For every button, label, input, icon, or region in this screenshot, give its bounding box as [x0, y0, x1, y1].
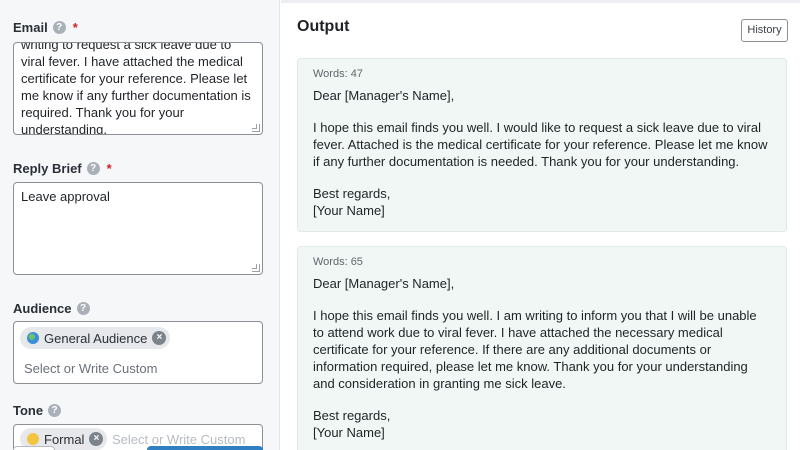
generate-button[interactable]: [147, 446, 263, 450]
reply-brief-label-text: Reply Brief: [13, 161, 82, 176]
remove-chip-icon[interactable]: ×: [152, 331, 167, 345]
result-paragraph: Best regards, [Your Name]: [313, 408, 391, 440]
result-card: Words: 47 Dear [Manager's Name], I hope …: [297, 58, 787, 232]
smile-icon: [27, 433, 39, 445]
help-icon[interactable]: ?: [48, 404, 62, 417]
secondary-button[interactable]: [13, 446, 55, 450]
result-paragraph: Best regards, [Your Name]: [313, 186, 391, 218]
audience-chip-label: General Audience: [44, 330, 148, 346]
result-paragraph: I hope this email finds you well. I woul…: [313, 120, 768, 169]
remove-chip-icon[interactable]: ×: [89, 432, 104, 446]
tone-label: Tone ?: [13, 403, 62, 418]
output-panel: Output History Words: 47 Dear [Manager's…: [281, 0, 800, 450]
audience-select[interactable]: General Audience × Select or Write Custo…: [13, 321, 263, 384]
resize-handle-icon[interactable]: [252, 124, 260, 132]
email-textarea[interactable]: writing to request a sick leave due to v…: [13, 42, 263, 135]
word-count: Words: 65: [313, 256, 363, 268]
help-icon[interactable]: ?: [52, 21, 66, 34]
result-paragraph: I hope this email finds you well. I am w…: [313, 308, 757, 391]
top-divider: [281, 0, 800, 3]
required-icon: *: [72, 20, 78, 35]
audience-placeholder[interactable]: Select or Write Custom: [24, 361, 157, 376]
globe-icon: [27, 332, 39, 344]
email-text: writing to request a sick leave due to v…: [21, 42, 255, 135]
result-card: Words: 65 Dear [Manager's Name], I hope …: [297, 246, 787, 450]
result-paragraph: Dear [Manager's Name],: [313, 88, 455, 103]
reply-brief-label: Reply Brief ? *: [13, 161, 112, 176]
tone-placeholder[interactable]: Select or Write Custom: [112, 432, 245, 447]
result-paragraph: Dear [Manager's Name],: [313, 276, 455, 291]
help-icon[interactable]: ?: [76, 302, 90, 315]
email-label: Email ? *: [13, 20, 78, 35]
resize-handle-icon[interactable]: [252, 264, 260, 272]
help-icon[interactable]: ?: [86, 162, 100, 175]
required-icon: *: [106, 161, 112, 176]
output-title: Output: [297, 18, 350, 35]
word-count: Words: 47: [313, 68, 363, 80]
tone-label-text: Tone: [13, 403, 44, 418]
audience-label-text: Audience: [13, 301, 72, 316]
reply-brief-textarea[interactable]: Leave approval: [13, 182, 263, 275]
reply-brief-text: Leave approval: [21, 189, 110, 204]
audience-label: Audience ?: [13, 301, 90, 316]
email-label-text: Email: [13, 20, 48, 35]
form-panel: Email ? * writing to request a sick leav…: [0, 0, 280, 450]
audience-chip: General Audience ×: [20, 327, 171, 349]
tone-chip-label: Formal: [44, 431, 85, 447]
history-button[interactable]: History: [741, 19, 788, 42]
